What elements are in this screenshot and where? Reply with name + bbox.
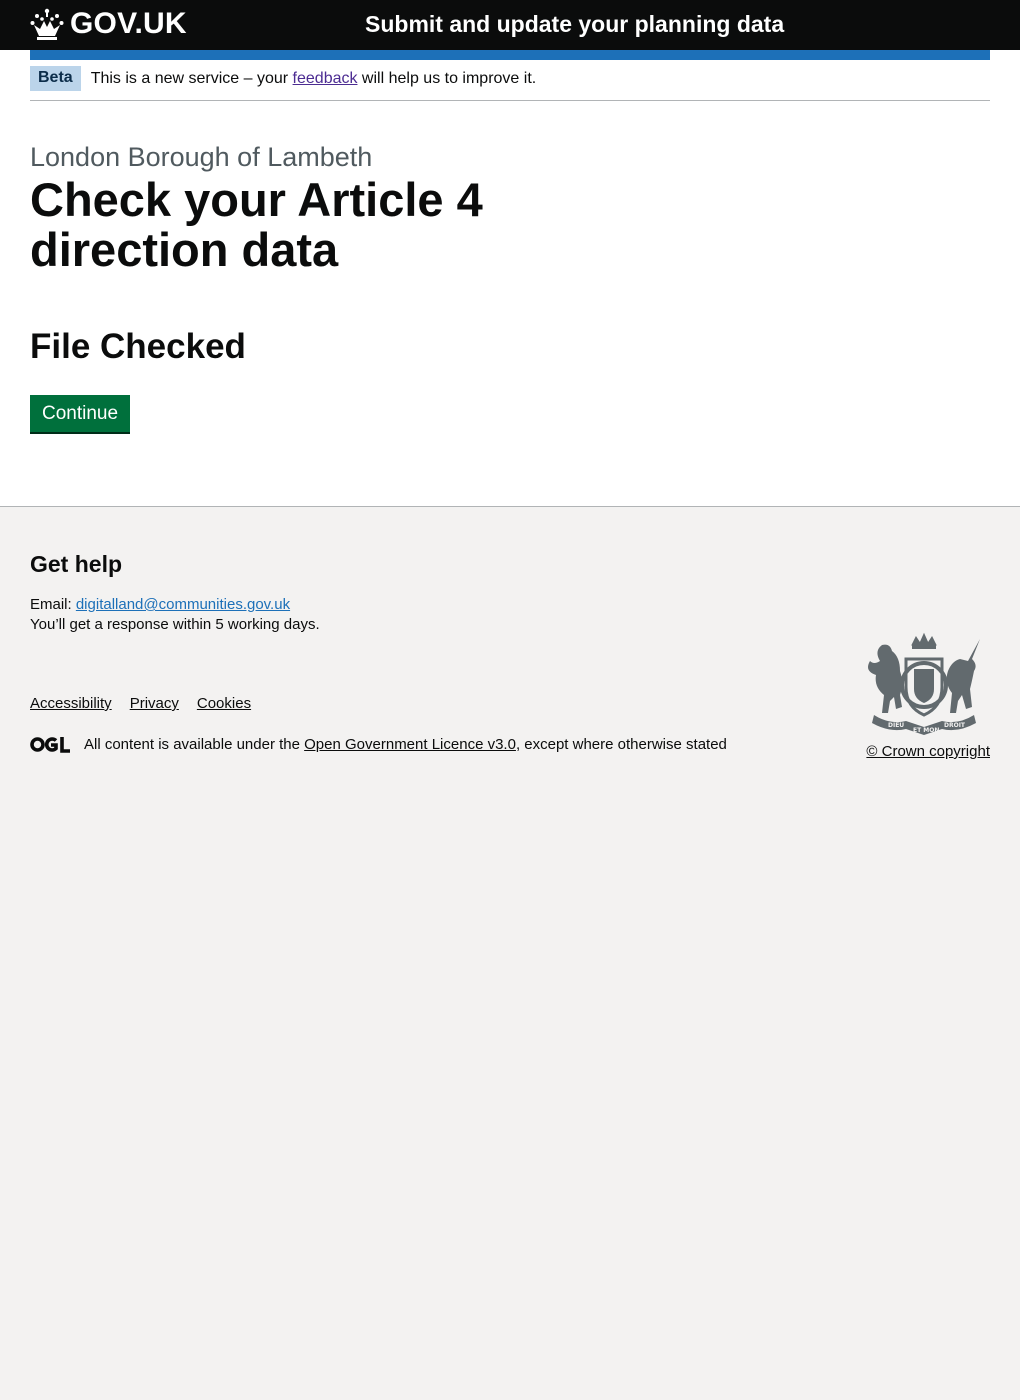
service-name-link[interactable]: Submit and update your planning data bbox=[365, 11, 784, 38]
ogl-logo-icon bbox=[30, 737, 70, 753]
licence-text: All content is available under the Open … bbox=[84, 736, 727, 753]
organisation-caption: London Borough of Lambeth bbox=[30, 142, 373, 172]
header-container: GOV.UK Submit and update your planning d… bbox=[30, 0, 990, 50]
licence-row: All content is available under the Open … bbox=[30, 736, 990, 753]
crown-icon bbox=[30, 8, 64, 40]
phase-tag: Beta bbox=[30, 66, 81, 91]
phase-banner: Beta This is a new service – your feedba… bbox=[30, 60, 990, 101]
page-top: GOV.UK Submit and update your planning d… bbox=[0, 0, 1020, 506]
main-content: London Borough of Lambeth Check your Art… bbox=[30, 101, 990, 506]
royal-coat-of-arms-icon: DIEU ET MON DROIT bbox=[868, 632, 980, 735]
footer-links: Accessibility Privacy Cookies bbox=[30, 695, 990, 712]
file-checked-heading: File Checked bbox=[30, 327, 246, 366]
crown-copyright-link[interactable]: © Crown copyright bbox=[866, 743, 990, 760]
footer-link-cookies[interactable]: Cookies bbox=[197, 695, 251, 712]
phase-banner-text: This is a new service – your feedback wi… bbox=[91, 69, 537, 89]
footer-container: Get help Email: digitalland@communities.… bbox=[30, 507, 990, 760]
site-header: GOV.UK Submit and update your planning d… bbox=[0, 0, 1020, 50]
continue-button[interactable]: Continue bbox=[30, 395, 131, 432]
crest-motto-et-mon: ET MON bbox=[913, 727, 939, 734]
ogl-licence-link[interactable]: Open Government Licence v3.0 bbox=[304, 736, 516, 753]
site-footer: Get help Email: digitalland@communities.… bbox=[0, 506, 1020, 1400]
phase-text-before: This is a new service – your bbox=[90, 69, 293, 87]
email-link[interactable]: digitalland@communities.gov.uk bbox=[76, 596, 290, 613]
licence-text-before: All content is available under the bbox=[84, 736, 305, 753]
footer-link-privacy[interactable]: Privacy bbox=[130, 695, 179, 712]
crest-motto-droit: DROIT bbox=[944, 722, 966, 729]
email-line: Email: digitalland@communities.gov.uk bbox=[30, 595, 990, 615]
get-help-heading: Get help bbox=[30, 551, 123, 577]
govuk-logo-link[interactable]: GOV.UK bbox=[30, 6, 187, 42]
phase-text-after: will help us to improve it. bbox=[357, 69, 537, 87]
crest-motto-dieu: DIEU bbox=[888, 722, 904, 729]
response-time-text: You’ll get a response within 5 working d… bbox=[30, 616, 320, 633]
feedback-link[interactable]: feedback bbox=[293, 70, 358, 87]
page-title: Check your Article 4 direction data bbox=[30, 173, 483, 276]
licence-text-after: , except where otherwise stated bbox=[515, 736, 727, 753]
email-label: Email: bbox=[30, 596, 76, 613]
header-blue-bar bbox=[30, 50, 990, 60]
footer-link-accessibility[interactable]: Accessibility bbox=[30, 695, 112, 712]
logo-text: GOV.UK bbox=[70, 7, 187, 40]
